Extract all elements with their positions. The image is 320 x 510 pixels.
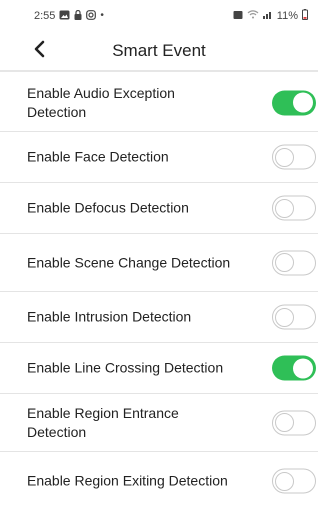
wifi-icon xyxy=(247,10,259,22)
row-label: Enable Region Exiting Detection xyxy=(27,472,228,489)
chevron-left-icon xyxy=(33,40,45,63)
row-label: Enable Face Detection xyxy=(27,148,169,165)
row-label: Enable Region Entrance Detection xyxy=(27,404,179,440)
row-label: Enable Audio Exception Detection xyxy=(27,84,175,120)
app-header: Smart Event xyxy=(0,32,318,72)
toggle-knob xyxy=(293,358,313,378)
row-label: Enable Line Crossing Detection xyxy=(27,359,224,376)
row-label: Enable Intrusion Detection xyxy=(27,308,192,325)
row-defocus-detection: Enable Defocus Detection xyxy=(0,183,318,234)
status-right: 11% xyxy=(233,9,308,23)
status-left: 2:55 • xyxy=(34,9,104,23)
gallery-icon xyxy=(59,10,70,23)
status-bar: 2:55 • 11% xyxy=(0,0,318,32)
row-intrusion-detection: Enable Intrusion Detection xyxy=(0,292,318,343)
toggle-knob xyxy=(275,253,294,272)
row-line-crossing: Enable Line Crossing Detection xyxy=(0,343,318,394)
battery-percent: 11% xyxy=(276,10,298,22)
toggle-knob xyxy=(275,198,294,218)
row-region-entrance: Enable Region Entrance Detection xyxy=(0,394,318,452)
toggle-knob xyxy=(275,471,294,491)
toggle-knob xyxy=(275,307,294,327)
region-entrance-toggle[interactable] xyxy=(272,410,316,435)
intrusion-detection-toggle[interactable] xyxy=(272,304,316,330)
page-title: Smart Event xyxy=(112,41,206,60)
lock-icon xyxy=(74,9,82,23)
row-region-exiting: Enable Region Exiting Detection xyxy=(0,452,318,510)
scene-change-toggle[interactable] xyxy=(272,250,316,275)
back-button[interactable] xyxy=(28,40,50,62)
row-label: Enable Defocus Detection xyxy=(27,199,189,216)
row-audio-exception: Enable Audio Exception Detection xyxy=(0,74,318,132)
status-time: 2:55 xyxy=(34,10,56,22)
face-detection-toggle[interactable] xyxy=(272,144,316,170)
event-settings-list: Enable Audio Exception Detection Enable … xyxy=(0,74,318,510)
defocus-detection-toggle[interactable] xyxy=(272,195,316,221)
instagram-icon xyxy=(86,9,97,23)
row-label: Enable Scene Change Detection xyxy=(27,254,231,270)
region-exiting-toggle[interactable] xyxy=(272,468,316,494)
toggle-knob xyxy=(275,413,294,432)
row-face-detection: Enable Face Detection xyxy=(0,132,318,183)
signal-icon xyxy=(262,10,273,22)
row-scene-change: Enable Scene Change Detection xyxy=(0,234,318,292)
toggle-knob xyxy=(275,147,294,167)
alarm-icon xyxy=(233,10,243,23)
toggle-knob xyxy=(293,92,313,113)
dot-icon: • xyxy=(100,10,104,21)
battery-icon xyxy=(302,9,308,23)
audio-exception-toggle[interactable] xyxy=(272,90,316,115)
line-crossing-toggle[interactable] xyxy=(272,355,316,381)
